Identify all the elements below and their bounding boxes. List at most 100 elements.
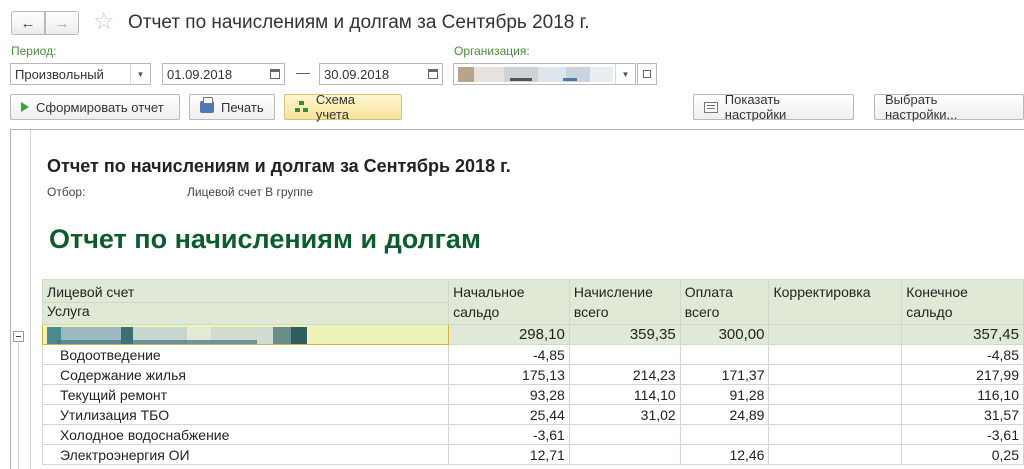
closing-value: -4,85 [901, 344, 1024, 365]
date-from-field[interactable]: 01.09.2018 [162, 63, 285, 85]
service-name: Холодное водоснабжение [41, 424, 450, 445]
group-correction [768, 324, 903, 345]
correction-value [768, 404, 903, 425]
group-row[interactable]: 298,10 359,35 300,00 357,45 [41, 324, 1024, 345]
date-to-field[interactable]: 30.09.2018 [319, 63, 443, 85]
calendar-icon[interactable] [266, 64, 284, 84]
table-row[interactable]: Водоотведение -4,85 -4,85 [41, 344, 1024, 365]
table-row[interactable]: Содержание жилья 175,13 214,23 171,37 21… [41, 364, 1024, 385]
service-name: Содержание жилья [41, 364, 450, 385]
closing-value: 217,99 [901, 364, 1024, 385]
closing-value: -3,61 [901, 424, 1024, 445]
column-header-payment: Оплата всего [679, 279, 770, 325]
calendar-icon[interactable] [424, 64, 442, 84]
accrual-value: 114,10 [568, 384, 681, 405]
closing-value: 31,57 [901, 404, 1024, 425]
period-label: Период: [11, 44, 57, 58]
report-table: Лицевой счет Начальное сальдо Начисление в… [41, 279, 1024, 465]
choose-settings-button[interactable]: Выбрать настройки... [874, 92, 1024, 122]
date-to-value: 30.09.2018 [324, 67, 390, 82]
closing-value: 116,10 [901, 384, 1024, 405]
dropdown-arrow-icon[interactable]: ▼ [615, 64, 635, 84]
column-header-correction: Корректировка [768, 279, 903, 325]
collapse-group-icon[interactable] [13, 331, 24, 342]
correction-value [768, 424, 903, 445]
print-button[interactable]: Печать [189, 94, 275, 120]
service-name: Водоотведение [41, 344, 450, 365]
service-name: Утилизация ТБО [41, 404, 450, 425]
tree-line [18, 343, 19, 469]
correction-value [768, 344, 903, 365]
back-button[interactable]: ← [11, 11, 45, 35]
report-area[interactable]: Отчет по начислениям и долгам за Сентябр… [10, 129, 1024, 469]
show-settings-label: Показать настройки [724, 92, 787, 122]
gutter-divider [30, 130, 31, 469]
forward-button[interactable]: → [45, 11, 79, 35]
settings-list-icon [704, 101, 718, 113]
table-row[interactable]: Холодное водоснабжение -3,61 -3,61 [41, 424, 1024, 445]
organization-label: Организация: [454, 44, 530, 58]
closing-value: 0,25 [901, 444, 1024, 465]
column-header-account: Лицевой счет [41, 279, 450, 303]
opening-value: 25,44 [448, 404, 570, 425]
group-payment: 300,00 [679, 324, 770, 345]
accrual-value [568, 444, 681, 465]
open-window-icon [643, 70, 651, 78]
organization-select[interactable]: ▼ [453, 63, 636, 85]
open-organization-button[interactable] [637, 63, 657, 85]
window-title: Отчет по начислениям и долгам за Сентябр… [128, 12, 590, 33]
opening-value: 93,28 [448, 384, 570, 405]
generate-report-button[interactable]: Сформировать отчет [10, 94, 180, 120]
favorite-star-icon[interactable]: ☆ [93, 9, 115, 35]
opening-value: 175,13 [448, 364, 570, 385]
payment-value: 12,46 [679, 444, 770, 465]
column-header-accrual: Начисление всего [568, 279, 681, 325]
accounting-scheme-button[interactable]: Схема учета [284, 92, 402, 122]
account-cell-redacted[interactable] [41, 324, 450, 345]
organization-value-redacted [458, 67, 613, 82]
group-opening: 298,10 [448, 324, 570, 345]
column-header-service: Услуга [41, 302, 450, 325]
filter-value: Лицевой счет В группе [187, 185, 314, 199]
arrow-left-icon: ← [20, 14, 36, 32]
service-name: Текущий ремонт [41, 384, 450, 405]
table-row[interactable]: Текущий ремонт 93,28 114,10 91,28 116,10 [41, 384, 1024, 405]
opening-value: -3,61 [448, 424, 570, 445]
report-big-title: Отчет по начислениям и долгам [49, 224, 481, 254]
correction-value [768, 384, 903, 405]
payment-value [679, 424, 770, 445]
payment-value: 171,37 [679, 364, 770, 385]
filter-label: Отбор: [47, 185, 86, 199]
arrow-right-icon: → [54, 14, 70, 32]
generate-report-label: Сформировать отчет [36, 99, 164, 115]
payment-value: 24,89 [679, 404, 770, 425]
period-value: Произвольный [15, 67, 104, 82]
group-accrual: 359,35 [568, 324, 681, 345]
table-row[interactable]: Утилизация ТБО 25,44 31,02 24,89 31,57 [41, 404, 1024, 425]
column-header-closing: Конечное сальдо [901, 279, 1024, 325]
show-settings-button[interactable]: Показать настройки [693, 92, 854, 122]
scheme-icon [295, 101, 309, 113]
opening-value: 12,71 [448, 444, 570, 465]
report-title: Отчет по начислениям и долгам за Сентябр… [47, 156, 511, 176]
opening-value: -4,85 [448, 344, 570, 365]
period-select[interactable]: Произвольный ▼ [10, 63, 151, 85]
payment-value: 91,28 [679, 384, 770, 405]
accrual-value: 214,23 [568, 364, 681, 385]
date-from-value: 01.09.2018 [167, 67, 233, 82]
table-row[interactable]: Электроэнергия ОИ 12,71 12,46 0,25 [41, 444, 1024, 465]
column-header-opening: Начальное сальдо [448, 279, 570, 325]
accrual-value [568, 424, 681, 445]
correction-value [768, 444, 903, 465]
printer-icon [200, 97, 214, 113]
play-icon [21, 102, 29, 112]
date-separator: — [296, 64, 310, 80]
service-name: Электроэнергия ОИ [41, 444, 450, 465]
dropdown-arrow-icon[interactable]: ▼ [130, 64, 150, 84]
payment-value [679, 344, 770, 365]
accounting-scheme-label: Схема учета [315, 92, 355, 122]
print-label: Печать [221, 99, 264, 115]
accrual-value [568, 344, 681, 365]
correction-value [768, 364, 903, 385]
accrual-value: 31,02 [568, 404, 681, 425]
